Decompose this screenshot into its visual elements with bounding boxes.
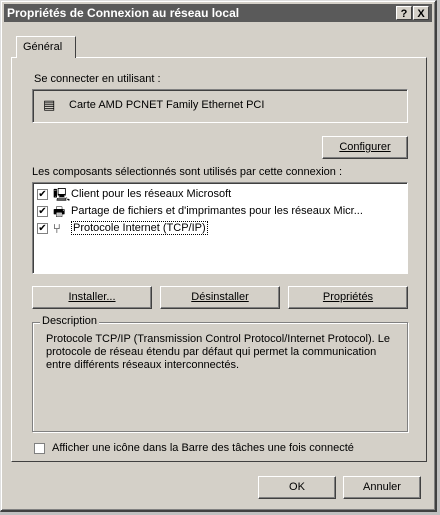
tray-checkbox-label: Afficher une icône dans la Barre des tâc… <box>52 442 354 454</box>
tab-general-label: Général <box>23 41 63 53</box>
description-text: Protocole TCP/IP (Transmission Control P… <box>46 333 390 371</box>
tab-general[interactable]: Général <box>16 36 76 58</box>
network-adapter-icon: ▤ <box>43 97 56 112</box>
title-bar[interactable]: Propriétés de Connexion au réseau local … <box>4 4 432 22</box>
ok-button-label: OK <box>289 481 305 493</box>
install-button[interactable]: Installer... <box>32 286 152 309</box>
properties-button-label: Propriétés <box>322 291 374 303</box>
client-icon: 🖳 <box>53 187 71 202</box>
cancel-button-label: Annuler <box>363 481 401 493</box>
adapter-box: ▤ Carte AMD PCNET Family Ethernet PCI <box>32 89 408 123</box>
list-item-label: Protocole Internet (TCP/IP) <box>71 221 208 235</box>
protocol-icon: ⑂ <box>53 221 61 236</box>
close-button[interactable]: X <box>413 6 429 20</box>
description-title: Description <box>40 315 100 327</box>
checkbox[interactable]: ✔ <box>37 189 48 200</box>
share-icon: 🖶 <box>53 204 66 219</box>
install-button-label: Installer... <box>68 291 116 303</box>
list-item-label: Client pour les réseaux Microsoft <box>71 188 232 200</box>
ok-button[interactable]: OK <box>258 476 336 499</box>
help-button[interactable]: ? <box>396 6 412 20</box>
list-item-label: Partage de fichiers et d'imprimantes pou… <box>71 205 363 217</box>
connect-using-label: Se connecter en utilisant : <box>34 73 161 85</box>
components-list[interactable]: ✔ 🖳 Client pour les réseaux Microsoft ✔ … <box>32 182 408 274</box>
uninstall-button-label: Désinstaller <box>191 291 249 303</box>
checkbox[interactable]: ✔ <box>37 223 48 234</box>
checkbox[interactable]: ✔ <box>37 206 48 217</box>
tray-checkbox[interactable] <box>34 443 45 454</box>
window-title: Propriétés de Connexion au réseau local <box>7 6 240 20</box>
cancel-button[interactable]: Annuler <box>343 476 421 499</box>
adapter-name: Carte AMD PCNET Family Ethernet PCI <box>69 99 265 111</box>
configure-button[interactable]: Configurer <box>322 136 408 159</box>
components-label: Les composants sélectionnés sont utilisé… <box>32 166 343 178</box>
properties-button[interactable]: Propriétés <box>288 286 408 309</box>
configure-button-label: Configurer <box>339 141 391 153</box>
uninstall-button[interactable]: Désinstaller <box>160 286 280 309</box>
